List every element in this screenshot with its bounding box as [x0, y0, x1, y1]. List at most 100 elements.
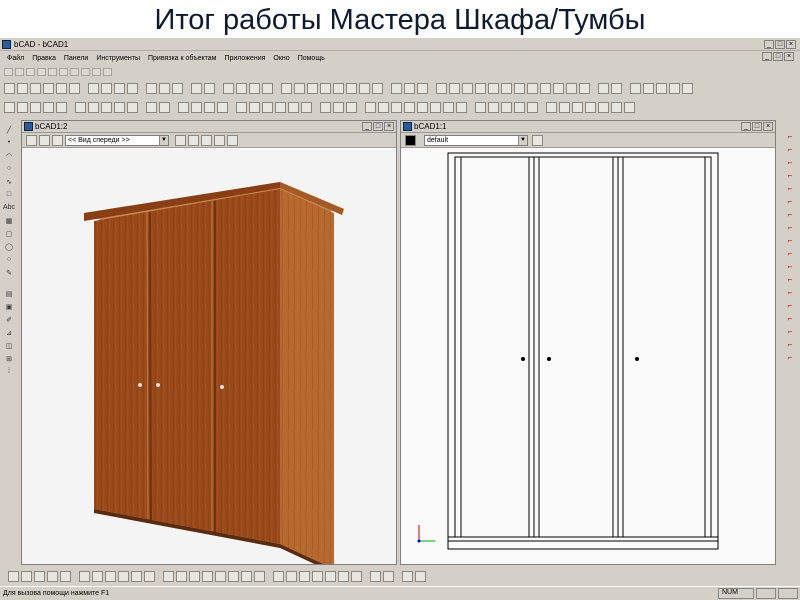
- toolbar-button[interactable]: [47, 570, 58, 582]
- toolbar-button[interactable]: [553, 82, 564, 94]
- toolbar-button[interactable]: [204, 101, 215, 113]
- toolbar-button[interactable]: [26, 68, 35, 76]
- toolbar-button[interactable]: [236, 82, 247, 94]
- toolbar-button[interactable]: [56, 82, 67, 94]
- toolbar-button[interactable]: [288, 101, 299, 113]
- drawing-canvas[interactable]: [401, 149, 775, 564]
- snap-tool-icon[interactable]: ⌐: [783, 314, 797, 325]
- measure-tool-icon[interactable]: ⊿: [2, 327, 16, 338]
- toolbar-button[interactable]: [75, 101, 86, 113]
- toolbar-button[interactable]: [333, 82, 344, 94]
- toolbar-button[interactable]: [8, 570, 19, 582]
- node-tool-icon[interactable]: ◫: [2, 340, 16, 351]
- toolbar-button[interactable]: [88, 82, 99, 94]
- toolbar-button[interactable]: [320, 101, 331, 113]
- play-icon[interactable]: [175, 134, 186, 146]
- toolbar-button[interactable]: [378, 101, 389, 113]
- toolbar-button[interactable]: [598, 82, 609, 94]
- toolbar-button[interactable]: [144, 570, 155, 582]
- toolbar-button[interactable]: [294, 82, 305, 94]
- menu-file[interactable]: Файл: [3, 55, 28, 62]
- toolbar-button[interactable]: [527, 82, 538, 94]
- menu-applications[interactable]: Приложения: [220, 55, 269, 62]
- view-window-2d[interactable]: bCAD1:1 _ □ × default ▼: [400, 120, 776, 565]
- toolbar-button[interactable]: [320, 82, 331, 94]
- toolbar-button[interactable]: [682, 82, 693, 94]
- hatch-tool-icon[interactable]: ▦: [2, 215, 16, 226]
- toolbar-button[interactable]: [488, 101, 499, 113]
- toolbar-button[interactable]: [92, 570, 103, 582]
- toolbar-button[interactable]: [262, 82, 273, 94]
- toolbar-button[interactable]: [372, 82, 383, 94]
- toolbar-button[interactable]: [43, 101, 54, 113]
- menu-help[interactable]: Помощь: [294, 55, 329, 62]
- toolbar-button[interactable]: [101, 82, 112, 94]
- toolbar-button[interactable]: [402, 570, 413, 582]
- rendered-view[interactable]: [22, 149, 396, 573]
- toolbar-button[interactable]: [333, 101, 344, 113]
- fast-forward-icon[interactable]: [227, 134, 238, 146]
- box-tool-icon[interactable]: ▢: [2, 228, 16, 239]
- toolbar-button[interactable]: [17, 101, 28, 113]
- spline-tool-icon[interactable]: ∿: [2, 176, 16, 187]
- layers-icon[interactable]: [532, 134, 543, 146]
- toolbar-button[interactable]: [228, 570, 239, 582]
- pause-icon[interactable]: [188, 134, 199, 146]
- toolbar-button[interactable]: [191, 82, 202, 94]
- point-tool-icon[interactable]: •: [2, 137, 16, 148]
- toolbar-button[interactable]: [275, 101, 286, 113]
- snap-tool-icon[interactable]: ⌐: [783, 249, 797, 260]
- snap-tool-icon[interactable]: ⌐: [783, 262, 797, 273]
- toolbar-button[interactable]: [527, 101, 538, 113]
- toolbar-button[interactable]: [249, 101, 260, 113]
- toolbar-button[interactable]: [415, 570, 426, 582]
- toolbar-button[interactable]: [359, 82, 370, 94]
- toolbar-button[interactable]: [514, 101, 525, 113]
- toolbar-button[interactable]: [88, 101, 99, 113]
- toolbar-button[interactable]: [630, 82, 641, 94]
- toolbar-button[interactable]: [307, 82, 318, 94]
- toolbar-button[interactable]: [254, 570, 265, 582]
- toolbar-button[interactable]: [391, 82, 402, 94]
- toolbar-button[interactable]: [417, 82, 428, 94]
- snap-tool-icon[interactable]: ⌐: [783, 223, 797, 234]
- toolbar-button[interactable]: [579, 82, 590, 94]
- toolbar-button[interactable]: [92, 68, 101, 76]
- layer-select[interactable]: default ▼: [424, 134, 528, 146]
- maximize-button[interactable]: □: [775, 40, 785, 49]
- toolbar-button[interactable]: [4, 68, 13, 76]
- menu-snap[interactable]: Привязка к объектам: [144, 55, 220, 62]
- menu-tools[interactable]: Инструменты: [92, 55, 144, 62]
- toolbar-button[interactable]: [127, 82, 138, 94]
- toolbar-button[interactable]: [643, 82, 654, 94]
- toolbar-button[interactable]: [624, 101, 635, 113]
- toolbar-button[interactable]: [404, 82, 415, 94]
- toolbar-button[interactable]: [17, 82, 28, 94]
- block-tool-icon[interactable]: ⊞: [2, 353, 16, 364]
- toolbar-button[interactable]: [81, 68, 90, 76]
- view-select[interactable]: << Вид спереди >> ▼: [65, 134, 169, 146]
- toolbar-button[interactable]: [217, 101, 228, 113]
- toolbar-button[interactable]: [572, 101, 583, 113]
- ring-tool-icon[interactable]: ○: [2, 254, 16, 265]
- toolbar-button[interactable]: [103, 68, 112, 76]
- toolbar-button[interactable]: [262, 101, 273, 113]
- toolbar-button[interactable]: [163, 570, 174, 582]
- toolbar-button[interactable]: [241, 570, 252, 582]
- doc-close-button[interactable]: ×: [784, 52, 794, 61]
- snap-tool-icon[interactable]: ⌐: [783, 301, 797, 312]
- toolbar-button[interactable]: [365, 101, 376, 113]
- orbit-icon[interactable]: [26, 134, 37, 146]
- doc-restore-button[interactable]: □: [773, 52, 783, 61]
- toolbar-button[interactable]: [501, 101, 512, 113]
- grid-tool-icon[interactable]: ⁞: [2, 366, 16, 377]
- snap-tool-icon[interactable]: ⌐: [783, 210, 797, 221]
- edit-tool-icon[interactable]: ✐: [2, 314, 16, 325]
- toolbar-button[interactable]: [370, 570, 381, 582]
- toolbar-button[interactable]: [70, 68, 79, 76]
- toolbar-button[interactable]: [34, 570, 45, 582]
- toolbar-button[interactable]: [172, 82, 183, 94]
- toolbar-button[interactable]: [105, 570, 116, 582]
- toolbar-button[interactable]: [15, 68, 24, 76]
- doc-minimize-button[interactable]: _: [762, 52, 772, 61]
